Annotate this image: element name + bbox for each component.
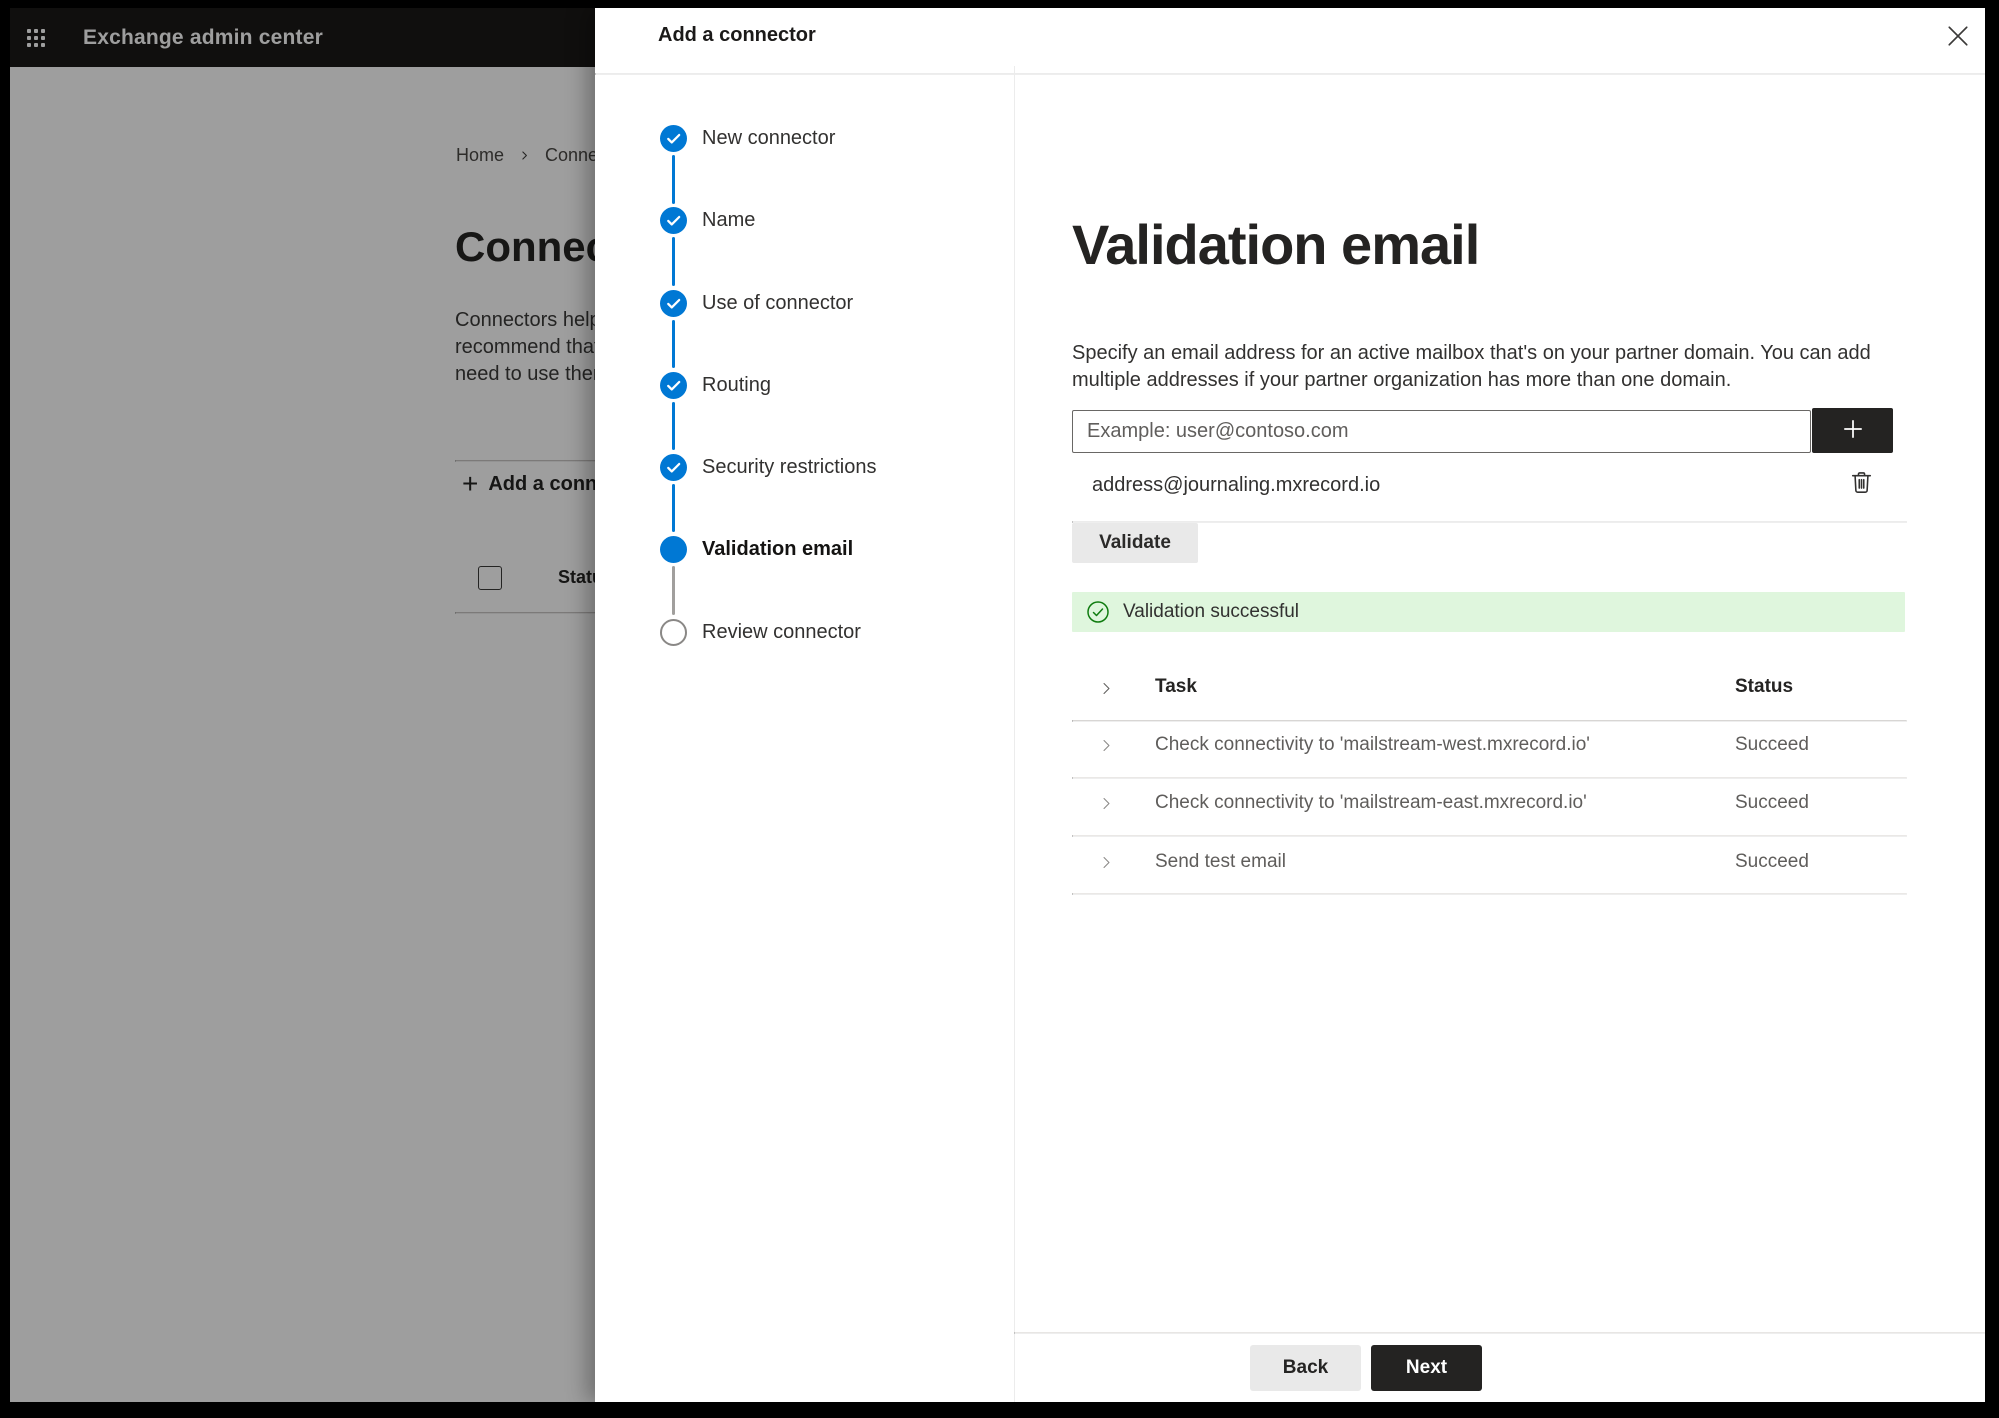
step-connector-line	[672, 155, 675, 204]
screenshot-frame: Exchange admin center Home Recipients Ma…	[0, 0, 1999, 1418]
expand-all-chevron-icon[interactable]	[1098, 680, 1115, 697]
row-expand-chevron-icon[interactable]	[1098, 795, 1115, 812]
task-cell: Check connectivity to 'mailstream-west.m…	[1155, 734, 1590, 755]
step-label-routing[interactable]: Routing	[702, 372, 771, 399]
status-cell: Succeed	[1735, 734, 1809, 755]
close-icon[interactable]	[1943, 21, 1973, 51]
next-button[interactable]: Next	[1371, 1345, 1482, 1391]
step-label-name[interactable]: Name	[702, 207, 755, 234]
task-column-header[interactable]: Task	[1155, 676, 1197, 698]
panel-header-divider	[595, 73, 1985, 75]
step-label-security-restrictions[interactable]: Security restrictions	[702, 454, 877, 481]
step-label-use-of-connector[interactable]: Use of connector	[702, 290, 853, 317]
step-connector-line	[672, 402, 675, 450]
table-row-divider	[1072, 835, 1907, 837]
status-cell: Succeed	[1735, 851, 1809, 872]
table-header-divider	[1072, 720, 1907, 722]
step-label-new-connector[interactable]: New connector	[702, 125, 835, 152]
table-row-divider	[1072, 777, 1907, 779]
panel-title: Add a connector	[658, 24, 816, 46]
step-label-review-connector[interactable]: Review connector	[702, 619, 861, 646]
step-check-icon[interactable]	[660, 454, 687, 481]
step-current-dot[interactable]	[660, 536, 687, 563]
step-check-icon[interactable]	[660, 372, 687, 399]
row-expand-chevron-icon[interactable]	[1098, 737, 1115, 754]
table-row-divider	[1072, 893, 1907, 895]
banner-text: Validation successful	[1123, 601, 1300, 622]
step-connector-line	[672, 237, 675, 286]
email-address-input[interactable]	[1072, 410, 1811, 453]
validate-button[interactable]: Validate	[1072, 523, 1198, 563]
step-check-icon[interactable]	[660, 125, 687, 152]
stepper-content-divider	[1014, 66, 1015, 1402]
status-column-header[interactable]: Status	[1735, 676, 1793, 698]
task-cell: Send test email	[1155, 851, 1286, 872]
page-description: Specify an email address for an active m…	[1072, 342, 1871, 391]
step-connector-line	[672, 484, 675, 532]
step-check-icon[interactable]	[660, 207, 687, 234]
step-label-validation-email[interactable]: Validation email	[702, 536, 853, 563]
step-connector-line	[672, 320, 675, 368]
add-address-button[interactable]	[1812, 408, 1893, 453]
step-connector-line	[672, 566, 675, 615]
add-connector-panel: Add a connector New connector Name Use o…	[595, 8, 1985, 1402]
task-cell: Check connectivity to 'mailstream-east.m…	[1155, 792, 1587, 813]
back-button[interactable]: Back	[1250, 1345, 1361, 1391]
success-check-icon	[1087, 601, 1109, 623]
footer-divider	[1014, 1332, 1985, 1334]
page-heading: Validation email	[1072, 212, 1480, 276]
step-check-icon[interactable]	[660, 290, 687, 317]
delete-address-icon[interactable]	[1848, 468, 1875, 495]
row-expand-chevron-icon[interactable]	[1098, 854, 1115, 871]
step-todo-dot[interactable]	[660, 619, 687, 646]
app-window: Exchange admin center Home Recipients Ma…	[10, 8, 1985, 1402]
validation-success-banner: Validation successful	[1072, 592, 1905, 632]
status-cell: Succeed	[1735, 792, 1809, 813]
added-email-address: address@journaling.mxrecord.io	[1092, 474, 1381, 496]
